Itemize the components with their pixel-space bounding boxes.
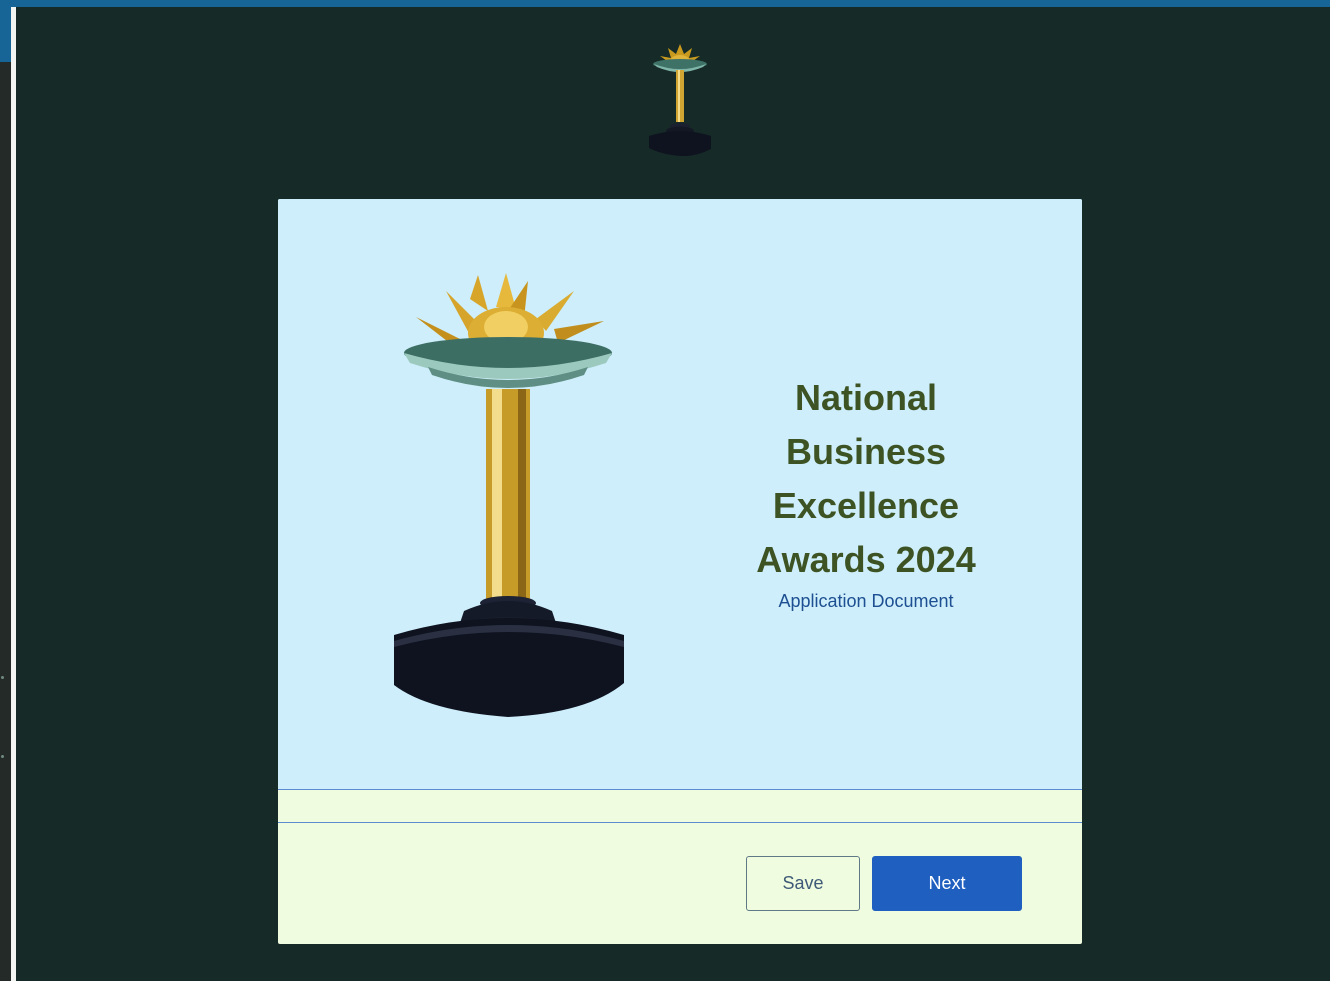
trophy-logo-icon xyxy=(645,36,715,157)
application-card: National Business Excellence Awards 2024… xyxy=(278,199,1082,944)
page-title: National Business Excellence Awards 2024 xyxy=(756,377,976,580)
hero-text-block: National Business Excellence Awards 2024… xyxy=(718,371,1014,612)
window-top-bar xyxy=(0,0,1330,7)
progress-strip xyxy=(278,790,1082,823)
left-side-strip xyxy=(0,62,11,981)
page-subtitle: Application Document xyxy=(778,591,954,611)
left-accent-bar xyxy=(0,7,11,62)
next-button[interactable]: Next xyxy=(872,856,1022,911)
trophy-image xyxy=(388,271,628,721)
hero-banner: National Business Excellence Awards 2024… xyxy=(278,199,1082,790)
strip-dot xyxy=(1,676,4,679)
strip-dot xyxy=(1,755,4,758)
save-button[interactable]: Save xyxy=(746,856,860,911)
left-divider xyxy=(11,7,16,981)
